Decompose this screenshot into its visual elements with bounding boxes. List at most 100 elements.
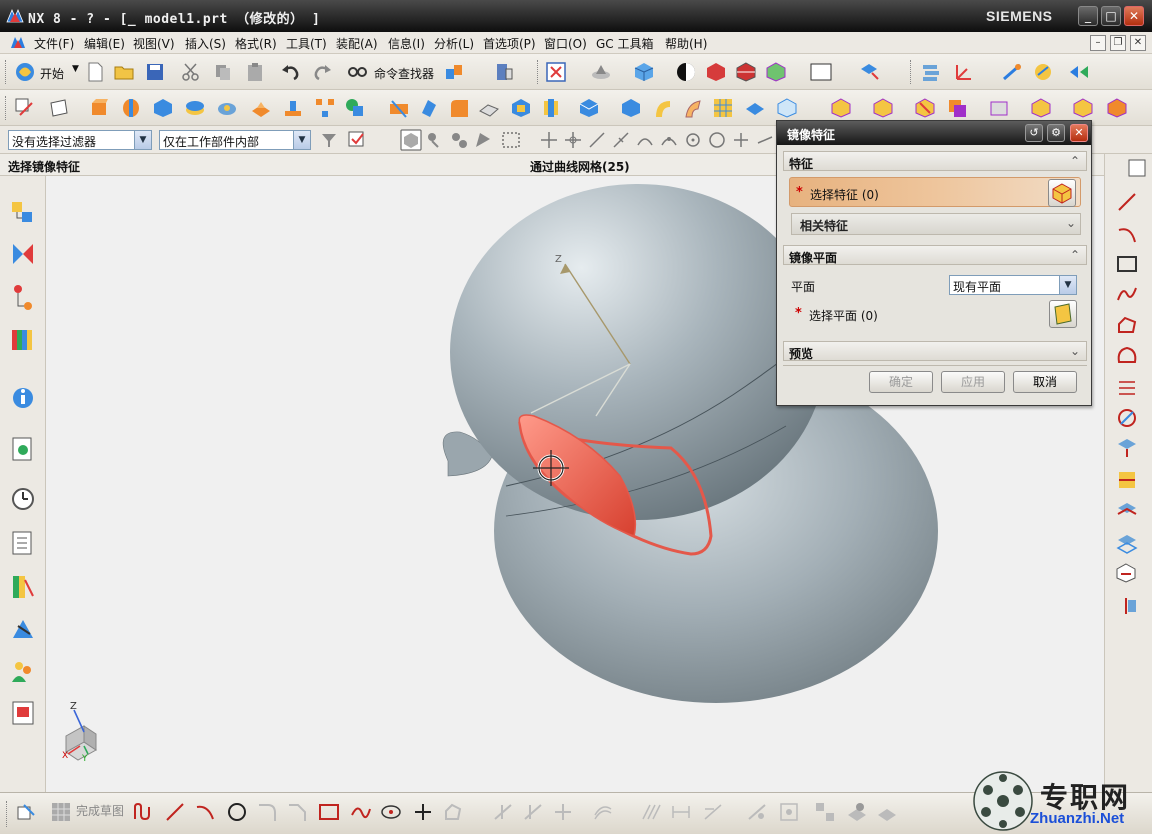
apply-button[interactable]: 应用 (941, 371, 1005, 393)
snap-perpendicular-icon[interactable] (610, 129, 632, 151)
mirror-curve-icon[interactable] (1115, 594, 1139, 618)
command-finder-label[interactable]: 命令查找器 (374, 65, 434, 82)
rectangle-select-icon[interactable] (500, 129, 522, 151)
face-move-icon[interactable] (988, 97, 1010, 119)
face-offset-icon[interactable] (1030, 97, 1052, 119)
datum-plane-icon[interactable] (48, 97, 70, 119)
geometric-constraint-icon[interactable] (702, 801, 724, 823)
select-feature-row[interactable]: * 选择特征 (0) (789, 177, 1081, 207)
layer-settings-icon[interactable] (920, 61, 942, 83)
chevron-down-icon[interactable]: ⌄ (1066, 216, 1076, 230)
pattern-icon[interactable] (314, 97, 336, 119)
chevron-up-icon[interactable]: ⌃ (1067, 153, 1083, 169)
sketch-point-plus-icon[interactable] (412, 801, 434, 823)
chevron-up-icon[interactable]: ⌃ (1067, 247, 1083, 263)
toolbar-grip[interactable] (537, 60, 540, 84)
curve-mesh-icon[interactable] (712, 97, 734, 119)
group-header-preview[interactable]: 预览 ⌄ (783, 341, 1087, 361)
swept-icon[interactable] (652, 97, 674, 119)
extrude-icon[interactable] (88, 97, 110, 119)
select-solid-icon[interactable] (400, 129, 422, 151)
snap-endpoint-icon[interactable] (538, 129, 560, 151)
select-all-icon[interactable] (346, 129, 368, 151)
reattach-sketch-icon[interactable] (846, 801, 868, 823)
trim-body-icon[interactable] (388, 97, 410, 119)
shade-mode-icon[interactable] (675, 61, 697, 83)
history-icon[interactable] (10, 434, 36, 464)
dialog-title-bar[interactable]: 镜像特征 ↺ ⚙ ✕ (777, 121, 1091, 145)
snap-quadrant-icon[interactable] (706, 129, 728, 151)
sketch-spline-icon[interactable] (350, 801, 372, 823)
related-features-header[interactable]: 相关特征 ⌄ (791, 213, 1081, 235)
group-header-feature[interactable]: 特征 ⌃ (783, 151, 1087, 171)
sketch-line-icon[interactable] (164, 801, 186, 823)
quick-extend-icon[interactable] (522, 801, 544, 823)
fit-view-icon[interactable] (545, 61, 567, 83)
select-feature-button[interactable] (1048, 179, 1076, 207)
measure-icon[interactable] (1002, 61, 1024, 83)
through-curves-icon[interactable] (682, 97, 704, 119)
minimize-button[interactable]: _ (1078, 6, 1098, 26)
head-shape[interactable] (450, 184, 826, 520)
undo-icon[interactable] (280, 61, 302, 83)
filter-reset-icon[interactable] (318, 129, 340, 151)
edge-blend-icon[interactable] (448, 97, 470, 119)
red-cube-icon[interactable] (705, 61, 727, 83)
finish-sketch-icon[interactable] (50, 801, 72, 823)
menu-view[interactable]: 视图(V) (133, 35, 175, 52)
wrap-curve-icon[interactable] (1115, 562, 1139, 586)
project-curve-icon[interactable] (1115, 436, 1139, 460)
select-feature-icon[interactable] (424, 129, 446, 151)
analysis-icon[interactable] (1032, 61, 1054, 83)
chevron-down-icon[interactable]: ▼ (293, 131, 310, 149)
chevron-down-icon[interactable]: ⌄ (1067, 343, 1083, 359)
orient-view-icon[interactable] (590, 61, 612, 83)
toolbar-grip[interactable] (5, 96, 8, 120)
make-corner-icon[interactable] (552, 801, 574, 823)
roles-panel-icon[interactable] (1127, 158, 1147, 178)
info-web-icon[interactable] (10, 382, 36, 412)
redo-icon[interactable] (311, 61, 333, 83)
sketch-polygon-icon[interactable] (442, 801, 464, 823)
copy-icon[interactable] (212, 61, 234, 83)
manufacturing-wizard-icon[interactable] (10, 614, 36, 644)
group-header-mirror-plane[interactable]: 镜像平面 ⌃ (783, 245, 1087, 265)
sketch-view-icon[interactable] (876, 801, 898, 823)
menu-preferences[interactable]: 首选项(P) (483, 35, 536, 52)
select-plane-row[interactable]: * 选择平面 (0) (789, 299, 1081, 329)
snap-arc-icon[interactable] (658, 129, 680, 151)
chevron-down-icon[interactable]: ▼ (1059, 276, 1076, 294)
menu-assembly[interactable]: 装配(A) (336, 35, 378, 52)
save-icon[interactable] (144, 61, 166, 83)
background-icon[interactable] (810, 61, 832, 83)
part-navigator-icon[interactable] (10, 282, 36, 312)
ok-button[interactable]: 确定 (869, 371, 933, 393)
new-file-icon[interactable] (84, 61, 106, 83)
revolve-icon[interactable] (120, 97, 142, 119)
menu-insert[interactable]: 插入(S) (185, 35, 226, 52)
rectangle-icon[interactable] (1115, 252, 1139, 276)
quick-trim-icon[interactable] (492, 801, 514, 823)
wcs-icon[interactable] (952, 61, 974, 83)
start-icon[interactable] (14, 61, 36, 83)
snap-midpoint-icon[interactable] (562, 129, 584, 151)
reset-icon[interactable]: ↺ (1025, 124, 1043, 142)
face-replace-icon[interactable] (946, 97, 968, 119)
roles-icon[interactable] (10, 656, 36, 686)
colored-cube-icon[interactable] (765, 61, 787, 83)
unite-icon[interactable] (344, 97, 366, 119)
split-body-icon[interactable] (418, 97, 440, 119)
bounded-plane-icon[interactable] (744, 97, 766, 119)
sketch-circle-icon[interactable] (226, 801, 248, 823)
menu-edit[interactable]: 编辑(E) (84, 35, 125, 52)
clock-icon[interactable] (10, 484, 36, 514)
fillet-icon[interactable] (256, 801, 278, 823)
sketch-point-icon[interactable] (380, 801, 402, 823)
draft-icon[interactable] (540, 97, 562, 119)
select-body-icon[interactable] (472, 129, 494, 151)
offset-curve-icon[interactable] (1115, 376, 1139, 400)
extract-curve-icon[interactable] (1115, 468, 1139, 492)
shell-icon[interactable] (510, 97, 532, 119)
mdi-restore-button[interactable]: ❐ (1110, 35, 1126, 51)
plane-option-select[interactable]: 现有平面 ▼ (949, 275, 1077, 295)
